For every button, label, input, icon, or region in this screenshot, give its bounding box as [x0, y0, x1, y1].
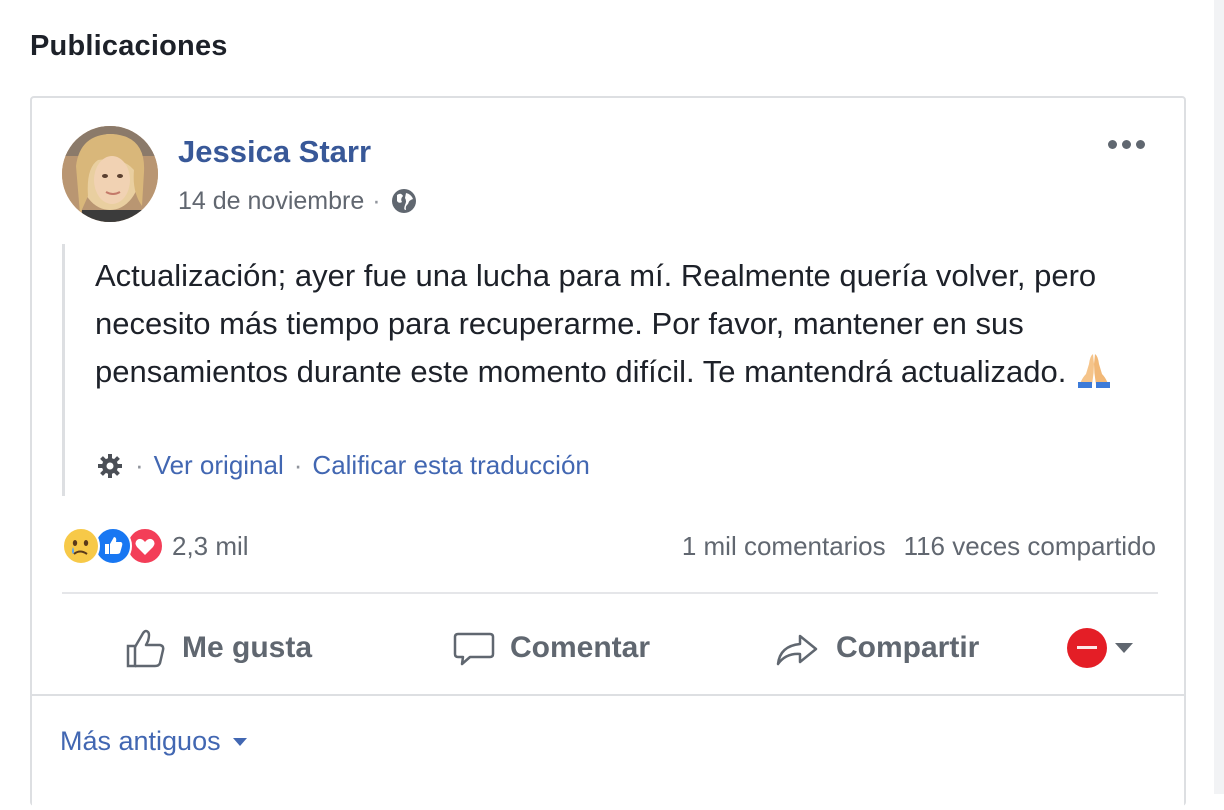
comment-button[interactable]: Comentar	[452, 626, 650, 670]
shares-count[interactable]: 116 veces compartido	[904, 531, 1156, 562]
more-dot	[1135, 139, 1145, 149]
post-body: Actualización; ayer fue una lucha para m…	[95, 258, 1097, 389]
sad-reaction-icon	[62, 527, 100, 565]
post-card: Jessica Starr 14 de noviembre · Actualiz…	[30, 96, 1186, 810]
meta-separator: ·	[372, 186, 381, 215]
author-name[interactable]: Jessica Starr	[178, 134, 371, 170]
post-meta: 14 de noviembre ·	[178, 186, 419, 216]
link-separator: ·	[293, 450, 303, 480]
comment-label: Comentar	[510, 631, 651, 664]
caret-down-icon	[232, 737, 247, 746]
share-button[interactable]: Compartir	[774, 626, 979, 670]
divider	[62, 592, 1158, 594]
gear-icon[interactable]	[95, 451, 125, 481]
folded-hands-emoji	[1074, 350, 1114, 388]
older-comments-dropdown[interactable]: Más antiguos	[60, 726, 247, 757]
rate-translation-link[interactable]: Calificar esta traducción	[312, 450, 589, 481]
reactions-summary[interactable]: 2,3 mil	[62, 527, 249, 565]
globe-icon[interactable]	[389, 186, 419, 216]
older-label: Más antiguos	[60, 726, 221, 756]
view-original-link[interactable]: Ver original	[154, 450, 284, 481]
page-selector[interactable]	[1067, 628, 1133, 668]
author-avatar[interactable]	[62, 126, 158, 222]
comments-footer: Más antiguos	[32, 694, 1184, 810]
reaction-count[interactable]: 2,3 mil	[172, 531, 249, 562]
post-date[interactable]: 14 de noviembre	[178, 187, 364, 216]
engagement-stats: 1 mil comentarios 116 veces compartido	[682, 531, 1156, 562]
more-dot	[1107, 139, 1117, 149]
more-options-icon[interactable]	[1104, 134, 1148, 154]
like-button[interactable]: Me gusta	[124, 626, 312, 670]
like-label: Me gusta	[182, 631, 313, 664]
comment-icon	[453, 632, 495, 666]
share-label: Compartir	[836, 631, 980, 664]
share-icon	[776, 634, 818, 666]
more-dot	[1121, 139, 1131, 149]
translation-links: · Ver original · Calificar esta traducci…	[95, 450, 590, 481]
link-separator: ·	[135, 450, 144, 480]
thumbs-up-icon	[126, 629, 165, 668]
scroll-gutter[interactable]	[1214, 0, 1224, 794]
comments-count[interactable]: 1 mil comentarios	[682, 531, 886, 562]
stats-row: 2,3 mil 1 mil comentarios 116 veces comp…	[62, 526, 1156, 566]
chevron-down-icon	[1115, 643, 1133, 653]
action-bar: Me gusta Comentar Compartir	[62, 598, 1158, 694]
page-avatar	[1067, 628, 1107, 668]
post-text: Actualización; ayer fue una lucha para m…	[95, 244, 1155, 396]
section-title: Publicaciones	[30, 30, 228, 62]
translation-block: Actualización; ayer fue una lucha para m…	[62, 244, 1142, 496]
